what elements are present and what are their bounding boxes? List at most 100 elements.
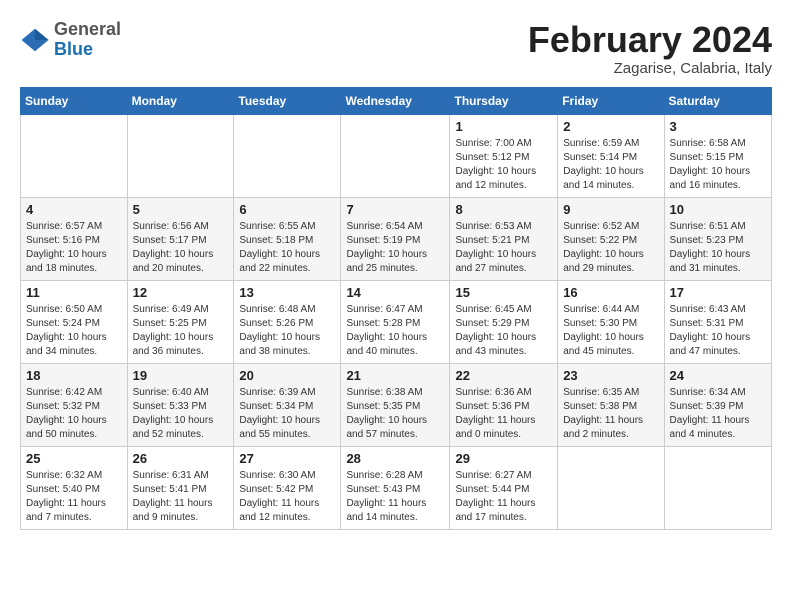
calendar-cell: 25 Sunrise: 6:32 AM Sunset: 5:40 PM Dayli… — [21, 446, 128, 529]
day-info: Sunrise: 6:56 AM Sunset: 5:17 PM Dayligh… — [133, 220, 229, 276]
day-info: Sunrise: 6:27 AM Sunset: 5:44 PM Dayligh… — [455, 469, 552, 525]
col-saturday: Saturday — [664, 87, 771, 114]
col-sunday: Sunday — [21, 87, 128, 114]
calendar-cell: 6 Sunrise: 6:55 AM Sunset: 5:18 PM Daylig… — [234, 197, 341, 280]
day-info: Sunrise: 6:47 AM Sunset: 5:28 PM Dayligh… — [346, 303, 444, 359]
calendar-cell: 20Sunrise: 6:39 AM Sunset: 5:34 PM Dayli… — [234, 363, 341, 446]
col-friday: Friday — [558, 87, 664, 114]
calendar-cell — [21, 114, 128, 197]
day-info: Sunrise: 6:48 AM Sunset: 5:26 PM Dayligh… — [239, 303, 335, 359]
day-info: Sunrise: 6:59 AM Sunset: 5:14 PM Dayligh… — [563, 137, 658, 193]
day-info: Sunrise: 6:44 AM Sunset: 5:30 PM Dayligh… — [563, 303, 658, 359]
calendar-cell: 9Sunrise: 6:52 AM Sunset: 5:22 PM Daylig… — [558, 197, 664, 280]
logo-general: General — [54, 19, 121, 39]
day-number: 7 — [346, 202, 444, 217]
day-info: Sunrise: 6:28 AM Sunset: 5:43 PM Dayligh… — [346, 469, 444, 525]
calendar-table: Sunday Monday Tuesday Wednesday Thursday… — [20, 87, 772, 530]
day-info: Sunrise: 7:00 AM Sunset: 5:12 PM Dayligh… — [455, 137, 552, 193]
calendar-body: 1 Sunrise: 7:00 AM Sunset: 5:12 PM Daylig… — [21, 114, 772, 529]
calendar-cell: 23Sunrise: 6:35 AM Sunset: 5:38 PM Dayli… — [558, 363, 664, 446]
day-info: Sunrise: 6:32 AM Sunset: 5:40 PM Dayligh… — [26, 469, 122, 525]
day-info: Sunrise: 6:58 AM Sunset: 5:15 PM Dayligh… — [670, 137, 766, 193]
day-info: Sunrise: 6:51 AM Sunset: 5:23 PM Dayligh… — [670, 220, 766, 276]
day-number: 25 — [26, 451, 122, 466]
calendar-cell: 17Sunrise: 6:43 AM Sunset: 5:31 PM Dayli… — [664, 280, 771, 363]
day-number: 18 — [26, 368, 122, 383]
location: Zagarise, Calabria, Italy — [528, 60, 772, 77]
calendar-cell: 19Sunrise: 6:40 AM Sunset: 5:33 PM Dayli… — [127, 363, 234, 446]
logo-blue: Blue — [54, 39, 93, 59]
day-number: 13 — [239, 285, 335, 300]
day-number: 12 — [133, 285, 229, 300]
day-info: Sunrise: 6:34 AM Sunset: 5:39 PM Dayligh… — [670, 386, 766, 442]
title-area: February 2024 Zagarise, Calabria, Italy — [528, 20, 772, 77]
day-number: 11 — [26, 285, 122, 300]
col-wednesday: Wednesday — [341, 87, 450, 114]
day-number: 14 — [346, 285, 444, 300]
day-number: 24 — [670, 368, 766, 383]
day-number: 9 — [563, 202, 658, 217]
col-monday: Monday — [127, 87, 234, 114]
col-tuesday: Tuesday — [234, 87, 341, 114]
day-number: 28 — [346, 451, 444, 466]
day-info: Sunrise: 6:35 AM Sunset: 5:38 PM Dayligh… — [563, 386, 658, 442]
logo-icon — [20, 25, 50, 55]
page-header: General Blue February 2024 Zagarise, Cal… — [20, 20, 772, 77]
calendar-cell: 2 Sunrise: 6:59 AM Sunset: 5:14 PM Daylig… — [558, 114, 664, 197]
calendar-cell: 26Sunrise: 6:31 AM Sunset: 5:41 PM Dayli… — [127, 446, 234, 529]
day-info: Sunrise: 6:42 AM Sunset: 5:32 PM Dayligh… — [26, 386, 122, 442]
day-info: Sunrise: 6:55 AM Sunset: 5:18 PM Dayligh… — [239, 220, 335, 276]
day-number: 3 — [670, 119, 766, 134]
calendar-cell: 24 Sunrise: 6:34 AM Sunset: 5:39 PM Dayli… — [664, 363, 771, 446]
day-number: 21 — [346, 368, 444, 383]
day-number: 29 — [455, 451, 552, 466]
calendar-cell — [664, 446, 771, 529]
day-number: 4 — [26, 202, 122, 217]
week-row-2: 4 Sunrise: 6:57 AM Sunset: 5:16 PM Daylig… — [21, 197, 772, 280]
day-number: 8 — [455, 202, 552, 217]
day-info: Sunrise: 6:54 AM Sunset: 5:19 PM Dayligh… — [346, 220, 444, 276]
month-year: February 2024 — [528, 20, 772, 60]
day-info: Sunrise: 6:40 AM Sunset: 5:33 PM Dayligh… — [133, 386, 229, 442]
day-number: 22 — [455, 368, 552, 383]
calendar-cell: 12 Sunrise: 6:49 AM Sunset: 5:25 PM Dayli… — [127, 280, 234, 363]
day-info: Sunrise: 6:50 AM Sunset: 5:24 PM Dayligh… — [26, 303, 122, 359]
calendar-cell — [127, 114, 234, 197]
calendar-cell: 13 Sunrise: 6:48 AM Sunset: 5:26 PM Dayli… — [234, 280, 341, 363]
calendar-cell — [234, 114, 341, 197]
calendar-cell: 28 Sunrise: 6:28 AM Sunset: 5:43 PM Dayli… — [341, 446, 450, 529]
day-info: Sunrise: 6:57 AM Sunset: 5:16 PM Dayligh… — [26, 220, 122, 276]
calendar-cell: 5 Sunrise: 6:56 AM Sunset: 5:17 PM Daylig… — [127, 197, 234, 280]
day-number: 10 — [670, 202, 766, 217]
calendar-cell: 1 Sunrise: 7:00 AM Sunset: 5:12 PM Daylig… — [450, 114, 558, 197]
calendar-cell: 18 Sunrise: 6:42 AM Sunset: 5:32 PM Dayli… — [21, 363, 128, 446]
calendar-cell: 10 Sunrise: 6:51 AM Sunset: 5:23 PM Dayli… — [664, 197, 771, 280]
week-row-1: 1 Sunrise: 7:00 AM Sunset: 5:12 PM Daylig… — [21, 114, 772, 197]
calendar-header: Sunday Monday Tuesday Wednesday Thursday… — [21, 87, 772, 114]
day-info: Sunrise: 6:36 AM Sunset: 5:36 PM Dayligh… — [455, 386, 552, 442]
calendar-cell: 21Sunrise: 6:38 AM Sunset: 5:35 PM Dayli… — [341, 363, 450, 446]
day-info: Sunrise: 6:30 AM Sunset: 5:42 PM Dayligh… — [239, 469, 335, 525]
day-info: Sunrise: 6:49 AM Sunset: 5:25 PM Dayligh… — [133, 303, 229, 359]
calendar-cell: 22 Sunrise: 6:36 AM Sunset: 5:36 PM Dayli… — [450, 363, 558, 446]
header-row: Sunday Monday Tuesday Wednesday Thursday… — [21, 87, 772, 114]
calendar-cell: 15Sunrise: 6:45 AM Sunset: 5:29 PM Dayli… — [450, 280, 558, 363]
day-number: 20 — [239, 368, 335, 383]
col-thursday: Thursday — [450, 87, 558, 114]
logo-text: General Blue — [54, 20, 121, 60]
day-number: 2 — [563, 119, 658, 134]
calendar-cell: 4 Sunrise: 6:57 AM Sunset: 5:16 PM Daylig… — [21, 197, 128, 280]
day-number: 5 — [133, 202, 229, 217]
calendar-cell: 16Sunrise: 6:44 AM Sunset: 5:30 PM Dayli… — [558, 280, 664, 363]
logo: General Blue — [20, 20, 121, 60]
day-number: 1 — [455, 119, 552, 134]
day-number: 6 — [239, 202, 335, 217]
week-row-3: 11 Sunrise: 6:50 AM Sunset: 5:24 PM Dayli… — [21, 280, 772, 363]
calendar-cell: 14 Sunrise: 6:47 AM Sunset: 5:28 PM Dayli… — [341, 280, 450, 363]
week-row-4: 18 Sunrise: 6:42 AM Sunset: 5:32 PM Dayli… — [21, 363, 772, 446]
day-number: 17 — [670, 285, 766, 300]
day-number: 27 — [239, 451, 335, 466]
day-info: Sunrise: 6:31 AM Sunset: 5:41 PM Dayligh… — [133, 469, 229, 525]
calendar-cell: 29 Sunrise: 6:27 AM Sunset: 5:44 PM Dayli… — [450, 446, 558, 529]
day-info: Sunrise: 6:45 AM Sunset: 5:29 PM Dayligh… — [455, 303, 552, 359]
